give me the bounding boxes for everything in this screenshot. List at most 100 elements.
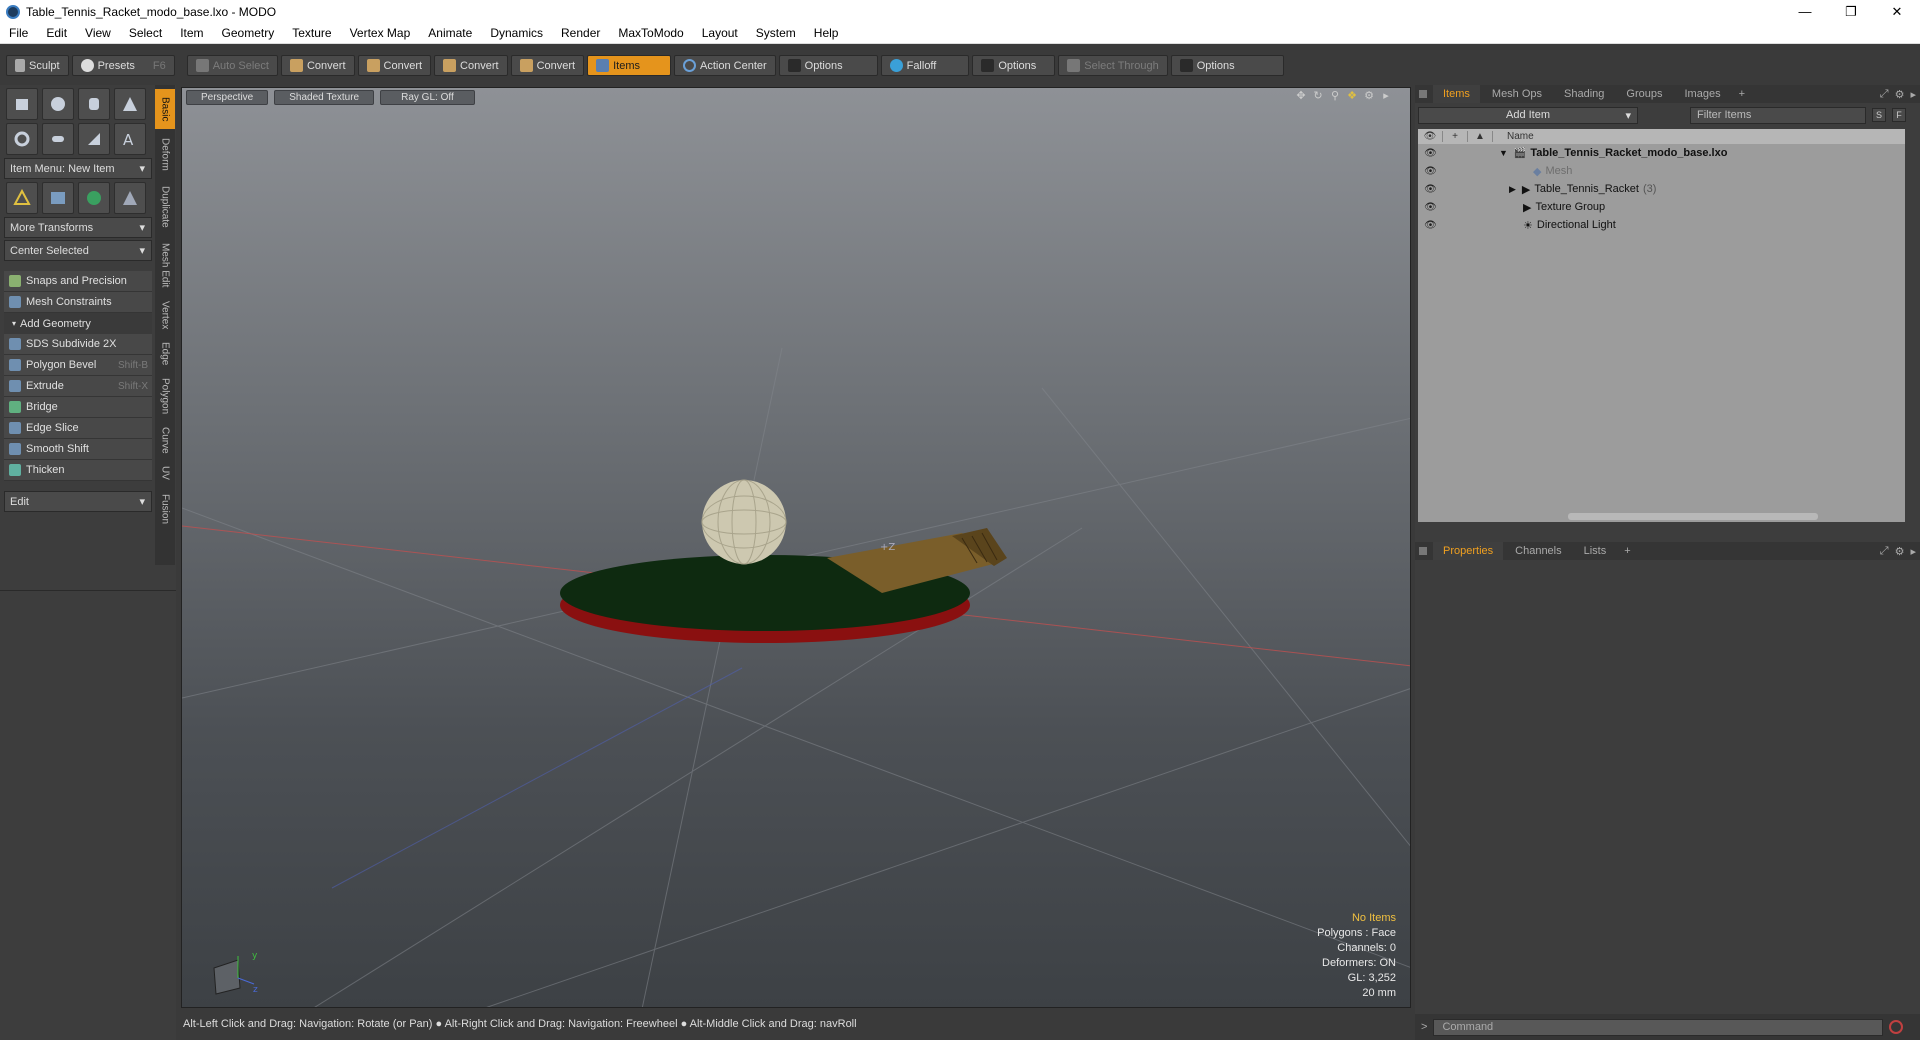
extrude-button[interactable]: Extrude Shift-X <box>4 376 152 397</box>
sphere-icon[interactable] <box>42 88 74 120</box>
action-center-button[interactable]: Action Center <box>674 55 776 76</box>
eye-icon[interactable]: 👁 <box>1418 184 1443 195</box>
menu-animate[interactable]: Animate <box>419 26 481 40</box>
cylinder-icon[interactable] <box>78 88 110 120</box>
sds-subdivide-button[interactable]: SDS Subdivide 2X <box>4 334 152 355</box>
center-selected-dropdown[interactable]: Center Selected ▾ <box>4 240 152 261</box>
3d-viewport[interactable]: +Z y z Perspective Shaded Texture Ray GL… <box>181 87 1411 1008</box>
add-item-dropdown[interactable]: Add Item ▾ <box>1418 106 1638 124</box>
tab-uv[interactable]: UV <box>155 461 175 485</box>
pan-icon[interactable]: ✥ <box>1295 90 1307 102</box>
tab-polygon[interactable]: Polygon <box>155 373 175 419</box>
grid-plane-icon[interactable] <box>42 182 74 214</box>
expand-arrow-icon[interactable]: ▸ <box>1910 545 1920 558</box>
menu-select[interactable]: Select <box>120 26 171 40</box>
cone-icon[interactable] <box>114 88 146 120</box>
convert-polygon-button[interactable]: Convert <box>434 55 508 76</box>
menu-edit[interactable]: Edit <box>37 26 76 40</box>
record-macro-icon[interactable] <box>1889 1020 1904 1034</box>
transform-icon[interactable] <box>6 182 38 214</box>
rotate-icon[interactable]: ↻ <box>1312 90 1324 102</box>
menu-layout[interactable]: Layout <box>693 26 747 40</box>
item-menu-dropdown[interactable]: Item Menu: New Item ▾ <box>4 158 152 179</box>
tab-lists[interactable]: Lists <box>1574 542 1617 560</box>
menu-vertex-map[interactable]: Vertex Map <box>341 26 420 40</box>
snaps-precision-button[interactable]: Snaps and Precision <box>4 271 152 292</box>
add-geometry-header[interactable]: ▾ Add Geometry <box>4 313 152 334</box>
command-input[interactable]: Command <box>1433 1018 1884 1036</box>
tab-shading[interactable]: Shading <box>1554 85 1614 103</box>
tree-row-mesh[interactable]: 👁 ◆ Mesh <box>1418 162 1905 180</box>
menu-dynamics[interactable]: Dynamics <box>481 26 552 40</box>
menu-system[interactable]: System <box>747 26 805 40</box>
convert-edge-button[interactable]: Convert <box>357 55 432 76</box>
convert-item-button[interactable]: Convert <box>510 55 585 76</box>
eye-icon[interactable]: 👁 <box>1418 220 1443 231</box>
mesh-constraints-button[interactable]: Mesh Constraints <box>4 292 152 313</box>
add-tab-icon[interactable]: + <box>1618 545 1636 557</box>
tab-items[interactable]: Items <box>1433 85 1480 103</box>
name-column-header[interactable]: Name <box>1493 131 1534 142</box>
auto-select-button[interactable]: Auto Select <box>186 55 278 76</box>
panel-menu-icon[interactable] <box>1419 90 1427 98</box>
more-transforms-dropdown[interactable]: More Transforms ▾ <box>4 217 152 238</box>
horizontal-scrollbar[interactable] <box>1568 513 1818 520</box>
menu-item[interactable]: Item <box>171 26 212 40</box>
tab-groups[interactable]: Groups <box>1616 85 1672 103</box>
tab-duplicate[interactable]: Duplicate <box>155 179 175 235</box>
sculpt-button[interactable]: Sculpt <box>6 55 69 76</box>
tab-curve[interactable]: Curve <box>155 421 175 459</box>
fit-icon[interactable]: ❖ <box>1346 90 1358 102</box>
menu-texture[interactable]: Texture <box>283 26 340 40</box>
tree-row-directional-light[interactable]: 👁 ☀ Directional Light <box>1418 216 1905 234</box>
eye-icon[interactable]: 👁 <box>1418 166 1443 177</box>
tab-channels[interactable]: Channels <box>1505 542 1571 560</box>
menu-file[interactable]: File <box>0 26 37 40</box>
table-tennis-racket[interactable] <box>560 528 1007 643</box>
capsule-icon[interactable] <box>42 123 74 155</box>
gear-icon[interactable]: ⚙ <box>1895 88 1909 101</box>
tab-images[interactable]: Images <box>1675 85 1731 103</box>
filter-s-button[interactable]: S <box>1872 108 1886 122</box>
presets-button[interactable]: Presets F6 <box>71 55 175 76</box>
view-perspective-button[interactable]: Perspective <box>186 90 269 105</box>
tree-row-texture-group[interactable]: 👁 ▶ Texture Group <box>1418 198 1905 216</box>
eye-icon[interactable]: 👁 <box>1418 148 1443 159</box>
render-column-icon[interactable]: ▲ <box>1468 131 1493 142</box>
bridge-button[interactable]: Bridge <box>4 397 152 418</box>
filter-f-button[interactable]: F <box>1892 108 1906 122</box>
cube-icon[interactable] <box>6 88 38 120</box>
thicken-button[interactable]: Thicken <box>4 460 152 481</box>
expand-arrow-icon[interactable]: ▸ <box>1910 88 1920 101</box>
lock-column-icon[interactable]: + <box>1443 131 1468 142</box>
tab-edge[interactable]: Edge <box>155 337 175 371</box>
smooth-shift-button[interactable]: Smooth Shift <box>4 439 152 460</box>
text-tool-icon[interactable]: A <box>114 123 146 155</box>
eye-icon[interactable]: 👁 <box>1418 202 1443 213</box>
torus-icon[interactable] <box>6 123 38 155</box>
menu-view[interactable]: View <box>76 26 120 40</box>
action-center-options-button[interactable]: Options <box>778 55 878 76</box>
panel-menu-icon[interactable] <box>1419 547 1427 555</box>
pen-icon[interactable] <box>78 123 110 155</box>
expand-arrow-icon[interactable]: ▶ <box>1509 184 1516 195</box>
raygl-toggle[interactable]: Ray GL: Off <box>380 90 475 105</box>
tab-mesh-edit[interactable]: Mesh Edit <box>155 237 175 293</box>
visibility-column-icon[interactable]: 👁 <box>1418 131 1443 142</box>
pyramid-icon[interactable] <box>114 182 146 214</box>
convert-vertex-button[interactable]: Convert <box>280 55 355 76</box>
tab-vertex[interactable]: Vertex <box>155 295 175 335</box>
tab-fusion[interactable]: Fusion <box>155 487 175 531</box>
edit-dropdown[interactable]: Edit ▾ <box>4 491 152 512</box>
collapse-arrow-icon[interactable]: ▼ <box>1499 148 1508 158</box>
menu-help[interactable]: Help <box>805 26 848 40</box>
gear-icon[interactable]: ⚙ <box>1363 90 1375 102</box>
zoom-icon[interactable]: ⚲ <box>1329 90 1341 102</box>
maximize-icon[interactable]: ⤢ <box>1880 545 1893 558</box>
ping-pong-ball[interactable] <box>701 479 787 565</box>
filter-items-input[interactable]: Filter Items <box>1690 106 1866 124</box>
menu-geometry[interactable]: Geometry <box>213 26 284 40</box>
minimize-button[interactable]: — <box>1782 0 1828 23</box>
gear-icon[interactable]: ⚙ <box>1895 545 1909 558</box>
select-through-button[interactable]: Select Through <box>1058 55 1168 76</box>
